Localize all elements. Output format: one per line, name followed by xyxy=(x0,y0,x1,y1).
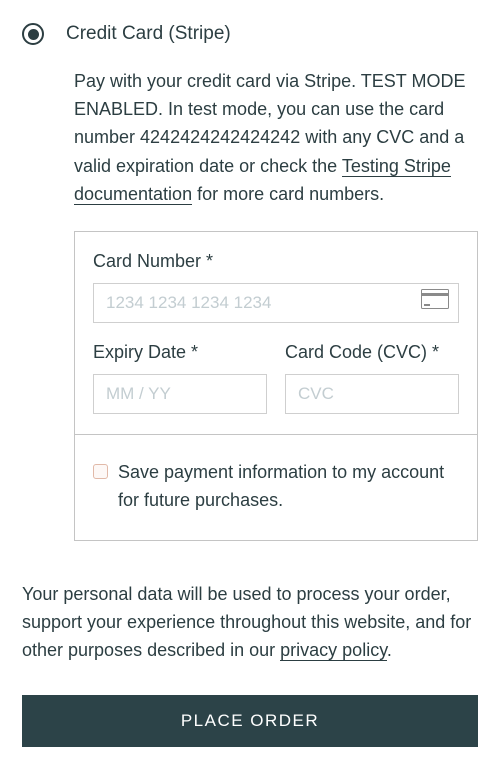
payment-method-label: Credit Card (Stripe) xyxy=(66,20,231,49)
radio-selected-icon xyxy=(22,23,44,45)
privacy-pre: Your personal data will be used to proce… xyxy=(22,584,471,660)
place-order-button[interactable]: PLACE ORDER xyxy=(22,695,478,747)
cvc-label: Card Code (CVC) * xyxy=(285,339,459,366)
save-payment-row[interactable]: Save payment information to my account f… xyxy=(75,434,477,541)
cvc-input[interactable] xyxy=(285,374,459,414)
privacy-post: . xyxy=(387,640,392,660)
privacy-policy-link[interactable]: privacy policy xyxy=(280,640,387,661)
expiry-input[interactable] xyxy=(93,374,267,414)
credit-card-icon xyxy=(421,289,449,317)
payment-method-option[interactable]: Credit Card (Stripe) xyxy=(22,20,478,49)
privacy-notice: Your personal data will be used to proce… xyxy=(22,581,478,665)
expiry-label: Expiry Date * xyxy=(93,339,267,366)
payment-description: Pay with your credit card via Stripe. TE… xyxy=(74,67,478,209)
card-number-label: Card Number * xyxy=(93,248,459,275)
card-details-panel: Card Number * Expiry Date * Card Code (C… xyxy=(74,231,478,542)
payment-description-post: for more card numbers. xyxy=(192,184,384,204)
save-payment-checkbox[interactable] xyxy=(93,464,108,479)
card-number-input[interactable] xyxy=(93,283,459,323)
save-payment-label: Save payment information to my account f… xyxy=(118,459,459,515)
